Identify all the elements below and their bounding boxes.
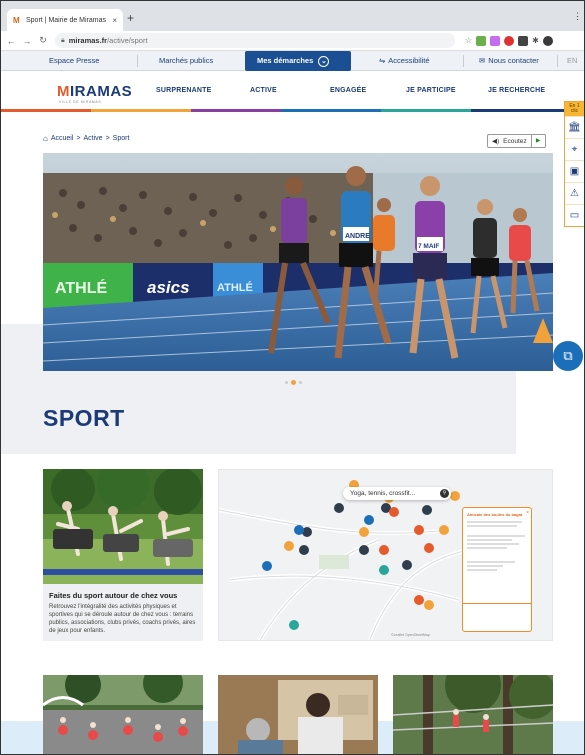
nav-item-je-participe[interactable]: JE PARTICIPE <box>406 87 456 94</box>
puzzle-icon[interactable]: ✱ <box>532 36 539 46</box>
document-icon[interactable]: ▣ <box>565 160 584 182</box>
play-icon[interactable]: ▶ <box>530 135 545 147</box>
forward-icon[interactable]: → <box>21 36 33 46</box>
banner-asics-text: asics <box>147 278 190 297</box>
tab-close-icon[interactable]: × <box>112 16 117 25</box>
breadcrumb-item-accueil[interactable]: Accueil <box>51 135 74 142</box>
page-title: SPORT <box>43 405 125 431</box>
quick-access-panel: En 1 clic 🏛︎ ⌖ ▣ ⚠︎ ▭ <box>564 101 584 227</box>
divider <box>557 55 558 67</box>
accessibility-icon: ⇋ <box>379 56 386 65</box>
divider <box>463 55 464 67</box>
url-path: /active/sport <box>107 36 148 45</box>
sport-map[interactable]: Yoga, tennis, crossfit... ⚲ × Amicale de… <box>218 469 553 641</box>
browser-tab[interactable]: M Sport | Mairie de Miramas × <box>7 9 123 31</box>
extension-icon[interactable] <box>490 35 501 46</box>
map-popup: × Amicale des boules du bagat <box>462 507 532 632</box>
popup-close-icon[interactable]: × <box>526 510 529 516</box>
divider <box>137 55 138 67</box>
reload-icon[interactable]: ↻ <box>37 35 49 46</box>
mes-demarches-button[interactable]: Mes démarches ⌄ <box>245 51 351 71</box>
logo-text: IRAMAS <box>70 83 133 100</box>
site-logo[interactable]: MIRAMAS VILLE DE MIRAMAS <box>57 83 133 104</box>
hero-photo: ATHLÉ asics ATHLÉ ANDRE 7 MAIF <box>43 153 553 371</box>
location-pin-icon[interactable]: ⌖ <box>565 138 584 160</box>
town-hall-icon[interactable]: 🏛︎ <box>565 116 584 138</box>
url-input[interactable]: 🔒︎ miramas.fr /active/sport <box>55 33 455 48</box>
extensions-bar: ☆ ✱ <box>465 35 553 46</box>
utility-bar: Espace Presse Marchés publics Mes démarc… <box>1 51 584 71</box>
listen-label: Ecoutez <box>503 137 527 145</box>
quick-access-header: En 1 clic <box>565 102 584 116</box>
language-switch[interactable]: EN <box>567 51 577 71</box>
star-icon[interactable]: ☆ <box>465 36 472 46</box>
accessibilite-link[interactable]: ⇋ Accessibilité <box>379 51 430 71</box>
logo-tagline: VILLE DE MIRAMAS <box>59 100 102 104</box>
bib-maif-7: 7 MAIF <box>418 243 439 250</box>
extension-icon[interactable] <box>476 35 487 46</box>
mes-demarches-label: Mes démarches <box>257 56 314 65</box>
marches-publics-link[interactable]: Marchés publics <box>159 51 213 71</box>
banner-athle-text: ATHLÉ <box>55 278 107 297</box>
carousel-dot[interactable] <box>299 381 302 384</box>
color-stripe <box>1 109 584 112</box>
home-icon[interactable]: ⌂ <box>43 134 48 143</box>
browser-menu-icon[interactable]: ⋮ <box>573 11 582 22</box>
sport-near-you-card[interactable]: Faites du sport autour de chez vous Retr… <box>43 469 203 641</box>
listen-button[interactable]: ◀) Ecoutez ▶ <box>487 134 546 148</box>
main-navigation: MIRAMAS VILLE DE MIRAMAS SURPRENANTE ACT… <box>1 71 584 111</box>
speaker-icon: ◀) <box>492 138 500 145</box>
bib-andre: ANDRE <box>345 233 370 240</box>
pottery-workshop-photo[interactable] <box>218 675 378 754</box>
breadcrumb-item-sport: Sport <box>112 135 130 142</box>
nav-item-engagee[interactable]: ENGAGÉE <box>330 87 366 94</box>
map-search-placeholder: Yoga, tennis, crossfit... <box>350 490 416 497</box>
favicon-icon: M <box>13 15 20 25</box>
breadcrumb: ⌂ Accueil > Active > Sport <box>43 134 129 143</box>
card-description: Retrouvez l'intégralité des activités ph… <box>49 604 196 634</box>
run-event-photo[interactable] <box>43 675 203 754</box>
logo-initial: M <box>57 83 70 100</box>
mail-icon: ✉ <box>479 56 486 65</box>
popup-title: Amicale des boules du bagat <box>467 512 523 517</box>
extension-icon[interactable] <box>518 35 529 46</box>
nav-item-je-recherche[interactable]: JE RECHERCHE <box>488 87 545 94</box>
map-search-input[interactable]: Yoga, tennis, crossfit... ⚲ <box>343 487 451 500</box>
back-icon[interactable]: ← <box>5 36 17 46</box>
nav-item-surprenante[interactable]: SURPRENANTE <box>156 87 211 94</box>
map-credit: ©Leaflet OpenStreetMap <box>391 633 430 637</box>
chevron-down-icon: ⌄ <box>318 56 330 67</box>
nav-item-active[interactable]: ACTIVE <box>250 87 277 94</box>
nous-contacter-label: Nous contacter <box>488 56 539 65</box>
address-bar: ← → ↻ 🔒︎ miramas.fr /active/sport ☆ ✱ <box>1 31 584 51</box>
carousel-dot[interactable] <box>285 381 288 384</box>
breadcrumb-separator: > <box>105 135 110 142</box>
carousel-dots <box>285 380 302 385</box>
lock-icon: 🔒︎ <box>61 36 65 44</box>
chat-help-button[interactable]: ⧉ <box>553 341 583 371</box>
chat-bubble-icon: ⧉ <box>563 348 573 363</box>
breadcrumb-separator: > <box>76 135 81 142</box>
new-tab-button[interactable]: + <box>127 11 134 25</box>
card-title: Faites du sport autour de chez vous <box>49 591 178 600</box>
tab-title: Sport | Mairie de Miramas <box>26 16 107 24</box>
search-icon[interactable]: ⚲ <box>440 489 449 498</box>
bus-icon[interactable]: ▭ <box>565 204 584 226</box>
nous-contacter-link[interactable]: ✉ Nous contacter <box>479 51 539 71</box>
yoga-photo <box>43 469 203 584</box>
browser-tab-bar: M Sport | Mairie de Miramas × + ⋮ <box>1 1 584 31</box>
extension-icon[interactable] <box>504 35 515 46</box>
breadcrumb-item-active[interactable]: Active <box>84 135 103 142</box>
hero-image: ATHLÉ asics ATHLÉ ANDRE 7 MAIF <box>43 153 553 371</box>
treetop-adventure-photo[interactable] <box>393 675 553 754</box>
accessibilite-label: Accessibilité <box>388 56 430 65</box>
url-domain: miramas.fr <box>68 36 108 45</box>
browser-window: M Sport | Mairie de Miramas × + ⋮ ← → ↻ … <box>0 0 585 755</box>
profile-avatar[interactable] <box>542 35 553 46</box>
carousel-dot-active[interactable] <box>291 380 296 385</box>
espace-presse-link[interactable]: Espace Presse <box>49 51 99 71</box>
warning-icon[interactable]: ⚠︎ <box>565 182 584 204</box>
banner-athle-text-2: ATHLÉ <box>217 281 253 294</box>
